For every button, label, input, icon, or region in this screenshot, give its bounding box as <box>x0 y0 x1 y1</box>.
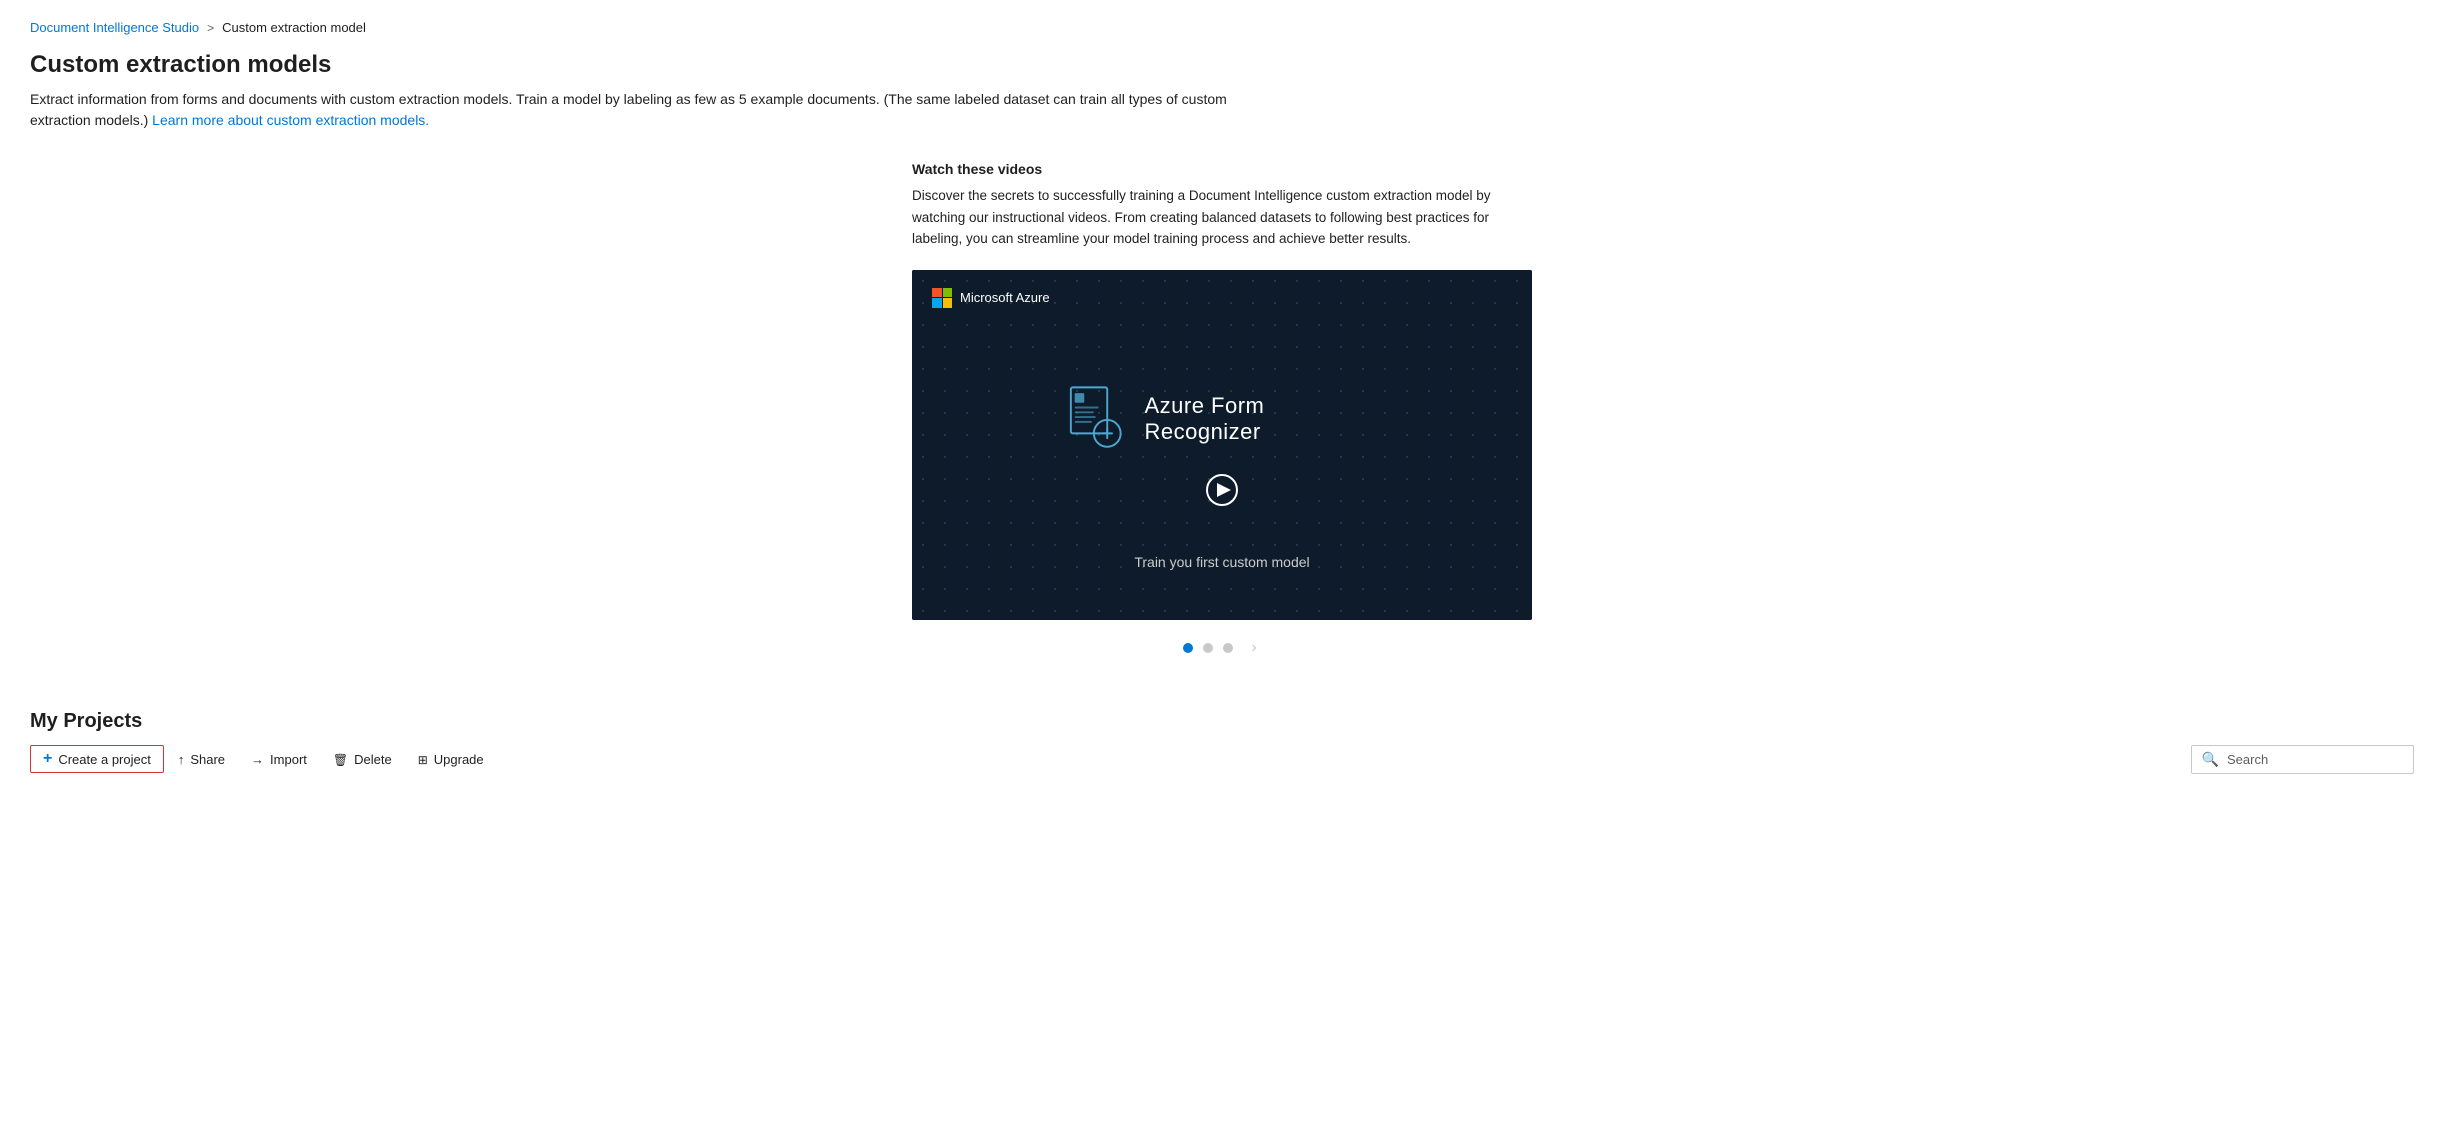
share-icon <box>178 752 185 766</box>
breadcrumb-parent-link[interactable]: Document Intelligence Studio <box>30 20 199 35</box>
learn-more-link[interactable]: Learn more about custom extraction model… <box>152 112 429 128</box>
upgrade-icon <box>418 752 428 766</box>
video-intro-desc: Discover the secrets to successfully tra… <box>912 185 1532 250</box>
toolbar-left: Create a project Share Import Delete Upg… <box>30 745 496 773</box>
video-section: Watch these videos Discover the secrets … <box>30 161 2414 660</box>
plus-icon <box>43 751 52 767</box>
play-button[interactable] <box>1206 474 1238 506</box>
upgrade-label: Upgrade <box>434 752 484 767</box>
video-center-content: Azure Form Recognizer <box>1067 384 1377 506</box>
search-input[interactable] <box>2227 752 2403 767</box>
ms-logo-yellow <box>943 298 953 308</box>
carousel-dot-1[interactable] <box>1183 643 1193 653</box>
page-title: Custom extraction models <box>30 51 2414 79</box>
form-recognizer-icon <box>1067 384 1124 454</box>
carousel-dot-3[interactable] <box>1223 643 1233 653</box>
breadcrumb-current: Custom extraction model <box>222 20 366 35</box>
delete-button[interactable]: Delete <box>321 746 404 773</box>
share-button[interactable]: Share <box>166 746 237 773</box>
share-label: Share <box>190 752 225 767</box>
ms-logo-red <box>932 288 942 298</box>
video-title-text: Azure Form Recognizer <box>1144 393 1377 445</box>
upgrade-button[interactable]: Upgrade <box>406 746 496 773</box>
video-azure-brand: Microsoft Azure <box>932 288 1050 308</box>
import-button[interactable]: Import <box>239 746 319 773</box>
carousel-controls: › <box>1183 636 1260 660</box>
carousel-next-button[interactable]: › <box>1247 636 1260 660</box>
create-project-label: Create a project <box>58 752 151 767</box>
video-player[interactable]: Microsoft Azure Azure Form Recognizer <box>912 270 1532 620</box>
ms-logo-green <box>943 288 953 298</box>
carousel-dot-2[interactable] <box>1203 643 1213 653</box>
video-intro-title: Watch these videos <box>912 161 1532 177</box>
video-azure-text: Microsoft Azure <box>960 290 1050 305</box>
projects-toolbar: Create a project Share Import Delete Upg… <box>30 745 2414 774</box>
delete-icon <box>333 752 348 766</box>
import-label: Import <box>270 752 307 767</box>
microsoft-logo <box>932 288 952 308</box>
video-icon-title-row: Azure Form Recognizer <box>1067 384 1377 454</box>
video-subtitle: Train you first custom model <box>1134 554 1309 570</box>
play-triangle-icon <box>1217 483 1231 497</box>
video-intro: Watch these videos Discover the secrets … <box>912 161 1532 250</box>
breadcrumb-separator: > <box>207 21 214 35</box>
page-description: Extract information from forms and docum… <box>30 89 1230 131</box>
my-projects-title: My Projects <box>30 710 2414 733</box>
breadcrumb: Document Intelligence Studio > Custom ex… <box>30 20 2414 35</box>
search-icon: 🔍 <box>2202 751 2219 768</box>
import-icon <box>251 752 264 766</box>
my-projects-section: My Projects Create a project Share Impor… <box>30 710 2414 774</box>
delete-label: Delete <box>354 752 392 767</box>
ms-logo-blue <box>932 298 942 308</box>
search-box[interactable]: 🔍 <box>2191 745 2414 774</box>
create-project-button[interactable]: Create a project <box>30 745 164 773</box>
